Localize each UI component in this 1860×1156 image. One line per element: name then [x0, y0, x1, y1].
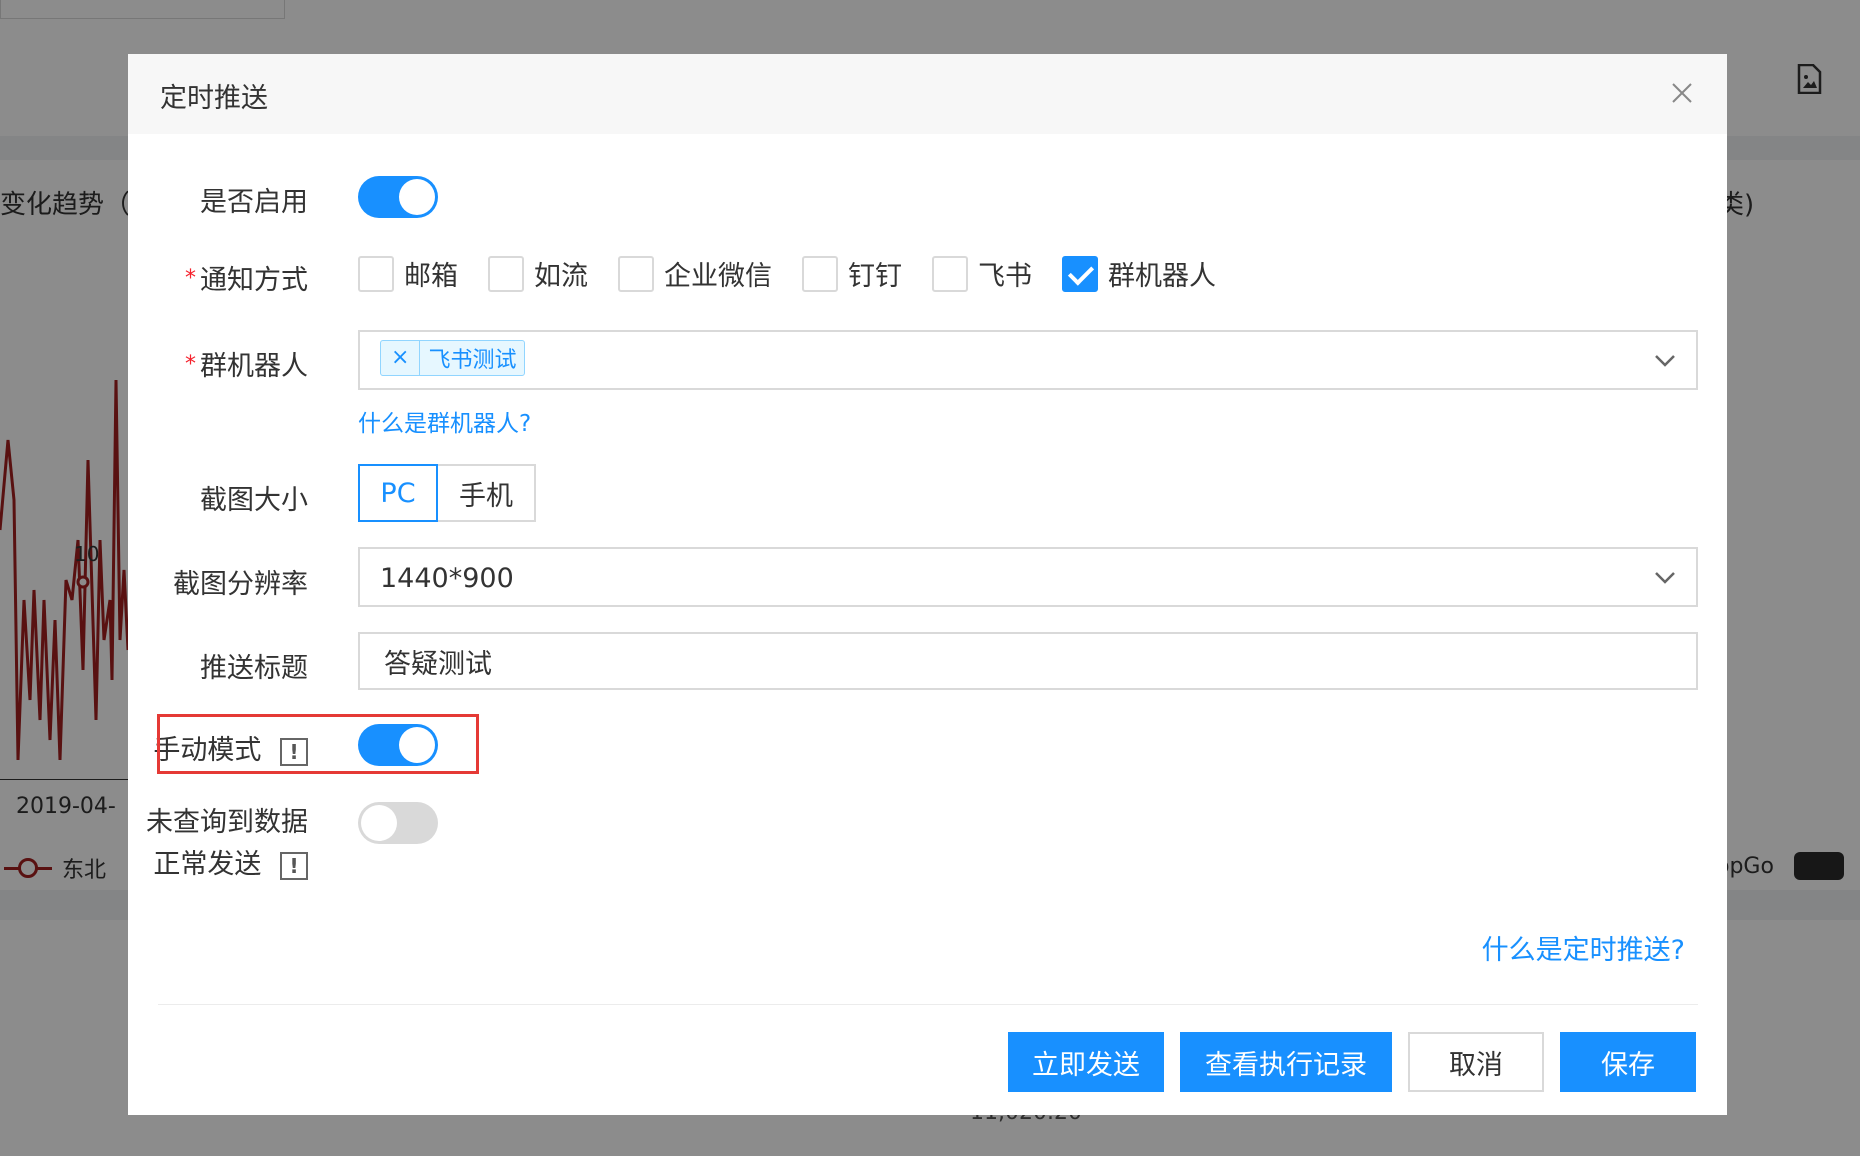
checkbox-box[interactable] [802, 255, 838, 292]
toggle-knob [361, 805, 397, 841]
checkbox-box[interactable] [488, 255, 524, 292]
modal-header: 定时推送 [128, 54, 1727, 134]
checkbox-label: 钉钉 [848, 261, 902, 292]
checkbox-label: 飞书 [978, 261, 1032, 292]
what-is-group-robot-link[interactable]: 什么是群机器人? [358, 404, 531, 438]
group-robot-label-text: 群机器人 [200, 351, 308, 382]
checkbox-label: 邮箱 [404, 261, 458, 292]
send-when-no-data-toggle[interactable] [358, 802, 438, 844]
toggle-knob [399, 179, 435, 215]
footer-divider [158, 1004, 1698, 1005]
checkbox-ruliu[interactable]: 如流 [488, 254, 588, 293]
enable-label: 是否启用 [200, 187, 308, 218]
send-when-no-data-label: 未查询到数据 正常发送 ! [146, 802, 308, 886]
chevron-down-icon[interactable] [1654, 354, 1676, 368]
checkbox-group-robot[interactable]: 群机器人 [1062, 254, 1216, 293]
modal-title: 定时推送 [160, 83, 268, 114]
cancel-button[interactable]: 取消 [1408, 1032, 1544, 1092]
screenshot-size-segmented: PC 手机 [358, 464, 536, 522]
checkbox-email[interactable]: 邮箱 [358, 254, 458, 293]
checkbox-box[interactable] [358, 255, 394, 292]
checkbox-box[interactable] [618, 255, 654, 292]
screenshot-size-label: 截图大小 [200, 485, 308, 516]
enable-toggle[interactable] [358, 176, 438, 218]
checkbox-label: 企业微信 [664, 261, 772, 292]
required-mark: * [185, 266, 196, 291]
resolution-label: 截图分辨率 [173, 569, 308, 600]
send-when-no-data-label-line2: 正常发送 [153, 849, 262, 880]
send-when-no-data-label-line2-wrap: 正常发送 ! [146, 844, 308, 886]
send-when-no-data-label-line1: 未查询到数据 [146, 807, 308, 838]
group-robot-select[interactable]: × 飞书测试 [358, 330, 1698, 390]
resolution-select-value: 1440*900 [380, 563, 514, 594]
push-title-input[interactable] [358, 632, 1698, 690]
resolution-select[interactable]: 1440*900 [358, 547, 1698, 607]
send-now-button[interactable]: 立即发送 [1008, 1032, 1164, 1092]
checkbox-box-checked[interactable] [1062, 255, 1098, 292]
save-button[interactable]: 保存 [1560, 1032, 1696, 1092]
group-robot-label: * 群机器人 [185, 344, 308, 383]
checkbox-label: 如流 [534, 261, 588, 292]
highlight-box [157, 714, 479, 774]
info-icon[interactable]: ! [280, 851, 308, 880]
push-title-label: 推送标题 [200, 653, 308, 684]
robot-tag: × 飞书测试 [380, 340, 526, 376]
scheduled-push-modal: 定时推送 是否启用 * 通知方式 邮箱 如流 企业微信 钉钉 飞书 群机器人 *… [128, 54, 1727, 1115]
chevron-down-icon[interactable] [1654, 571, 1676, 585]
checkbox-box[interactable] [932, 255, 968, 292]
required-mark: * [185, 352, 196, 377]
screenshot-size-mobile-button[interactable]: 手机 [438, 464, 536, 522]
checkbox-label: 群机器人 [1108, 261, 1216, 292]
what-is-scheduled-push-link[interactable]: 什么是定时推送? [1482, 928, 1685, 967]
tag-remove-icon[interactable]: × [381, 341, 421, 375]
view-execution-log-button[interactable]: 查看执行记录 [1180, 1032, 1392, 1092]
notify-method-checkbox-group: 邮箱 如流 企业微信 钉钉 飞书 群机器人 [358, 254, 1246, 293]
notify-method-label-text: 通知方式 [200, 265, 308, 296]
notify-method-label: * 通知方式 [185, 258, 308, 297]
checkbox-dingtalk[interactable]: 钉钉 [802, 254, 902, 293]
screenshot-size-pc-button[interactable]: PC [358, 464, 438, 522]
checkbox-feishu[interactable]: 飞书 [932, 254, 1032, 293]
checkbox-wecom[interactable]: 企业微信 [618, 254, 772, 293]
tag-label: 飞书测试 [428, 348, 517, 373]
close-icon[interactable] [1667, 78, 1697, 108]
